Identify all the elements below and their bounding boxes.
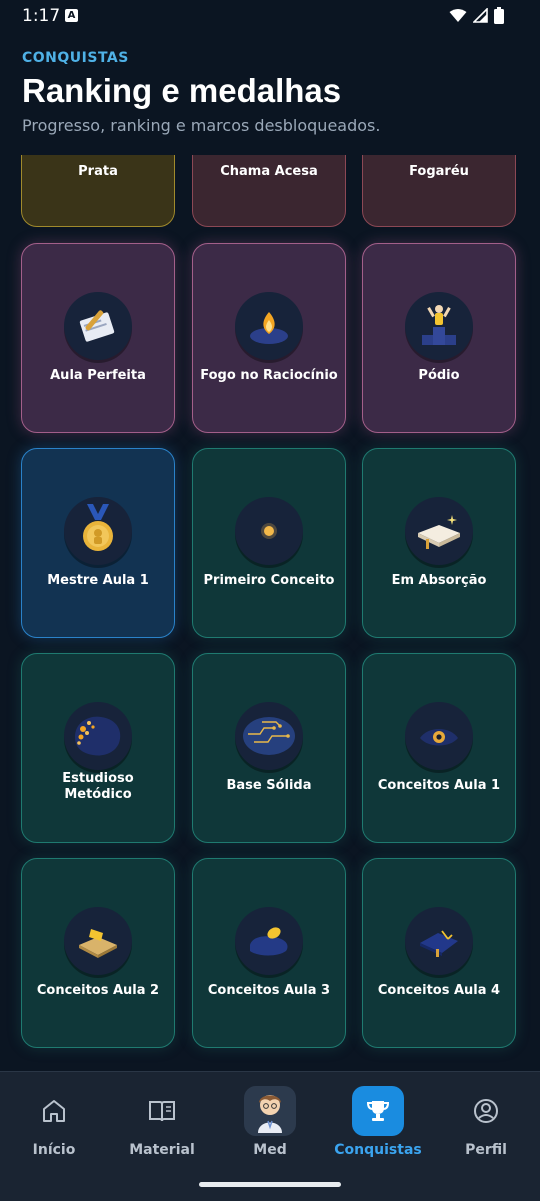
card-label: Mestre Aula 1 [47, 573, 149, 588]
achievement-card[interactable]: Prata [21, 155, 175, 227]
fire-mind-icon [235, 292, 303, 360]
card-label: Primeiro Conceito [203, 573, 335, 588]
achievement-card[interactable]: Mestre Aula 1 [21, 448, 175, 638]
achievement-card[interactable]: Em Absorção [362, 448, 516, 638]
circuit-brain-icon [235, 702, 303, 770]
achievement-card[interactable]: Aula Perfeita [21, 243, 175, 433]
card-label: Conceitos Aula 4 [377, 983, 501, 998]
avatar-icon [244, 1086, 296, 1136]
card-label: Aula Perfeita [50, 368, 146, 383]
card-label: Estudioso Metódico [62, 771, 134, 802]
trophy-icon [352, 1086, 404, 1136]
achievement-card[interactable]: Estudioso Metódico [21, 653, 175, 843]
page-subtitle: Progresso, ranking e marcos desbloqueado… [22, 116, 381, 135]
nav-label: Conquistas [334, 1142, 422, 1158]
cushion-icon [235, 907, 303, 975]
status-bar: 1:17 A [0, 0, 540, 32]
brain-icon [64, 702, 132, 770]
gold-medal-icon [64, 497, 132, 565]
section-eyebrow: CONQUISTAS [22, 50, 129, 66]
nav-label: Material [129, 1142, 195, 1158]
profile-icon [460, 1086, 512, 1136]
wifi-icon [449, 9, 467, 22]
eye-icon [405, 702, 473, 770]
page-title: Ranking e medalhas [22, 72, 342, 109]
achievement-card[interactable]: Conceitos Aula 4 [362, 858, 516, 1048]
achievement-card[interactable]: Fogaréu [362, 155, 516, 227]
card-label: Pódio [418, 368, 460, 383]
nav-item-conquistas[interactable]: Conquistas [328, 1086, 428, 1158]
nav-label: Início [32, 1142, 76, 1158]
page-header: CONQUISTAS Ranking e medalhas Progresso,… [22, 50, 522, 135]
card-label: Chama Acesa [220, 164, 318, 179]
status-time: 1:17 [22, 6, 61, 26]
card-label: Prata [78, 164, 118, 179]
card-label: Base Sólida [226, 778, 312, 793]
achievement-card[interactable]: Conceitos Aula 2 [21, 858, 175, 1048]
nav-item-inicio[interactable]: Início [4, 1086, 104, 1158]
achievement-card[interactable]: Conceitos Aula 3 [192, 858, 346, 1048]
card-label: Fogo no Raciocínio [200, 368, 338, 383]
battery-icon [494, 7, 504, 24]
achievement-card[interactable]: Base Sólida [192, 653, 346, 843]
card-label: Conceitos Aula 2 [36, 983, 160, 998]
achievements-grid[interactable]: Prata Chama Acesa Fogaréu Aula Perfeita … [0, 155, 540, 1070]
signal-icon [473, 8, 488, 23]
nav-item-med[interactable]: Med [220, 1086, 320, 1158]
card-label: Em Absorção [391, 573, 487, 588]
card-label: Conceitos Aula 3 [207, 983, 331, 998]
sim-icon: A [65, 9, 78, 22]
achievement-card[interactable]: Primeiro Conceito [192, 448, 346, 638]
nav-item-perfil[interactable]: Perfil [436, 1086, 536, 1158]
nav-item-material[interactable]: Material [112, 1086, 212, 1158]
achievement-card[interactable]: Pódio [362, 243, 516, 433]
home-icon [28, 1086, 80, 1136]
system-icons [449, 7, 504, 24]
spark-icon [235, 497, 303, 565]
nav-label: Perfil [465, 1142, 507, 1158]
nav-label: Med [253, 1142, 287, 1158]
achievement-card[interactable]: Chama Acesa [192, 155, 346, 227]
podium-icon [405, 292, 473, 360]
achievement-card[interactable]: Conceitos Aula 1 [362, 653, 516, 843]
card-label: Fogaréu [409, 164, 469, 179]
home-indicator[interactable] [199, 1182, 341, 1187]
pillow-icon [405, 907, 473, 975]
book-icon [136, 1086, 188, 1136]
perfect-class-icon [64, 292, 132, 360]
card-label: Conceitos Aula 1 [377, 778, 501, 793]
open-book-icon [405, 497, 473, 565]
achievement-card[interactable]: Fogo no Raciocínio [192, 243, 346, 433]
golden-book-icon [64, 907, 132, 975]
